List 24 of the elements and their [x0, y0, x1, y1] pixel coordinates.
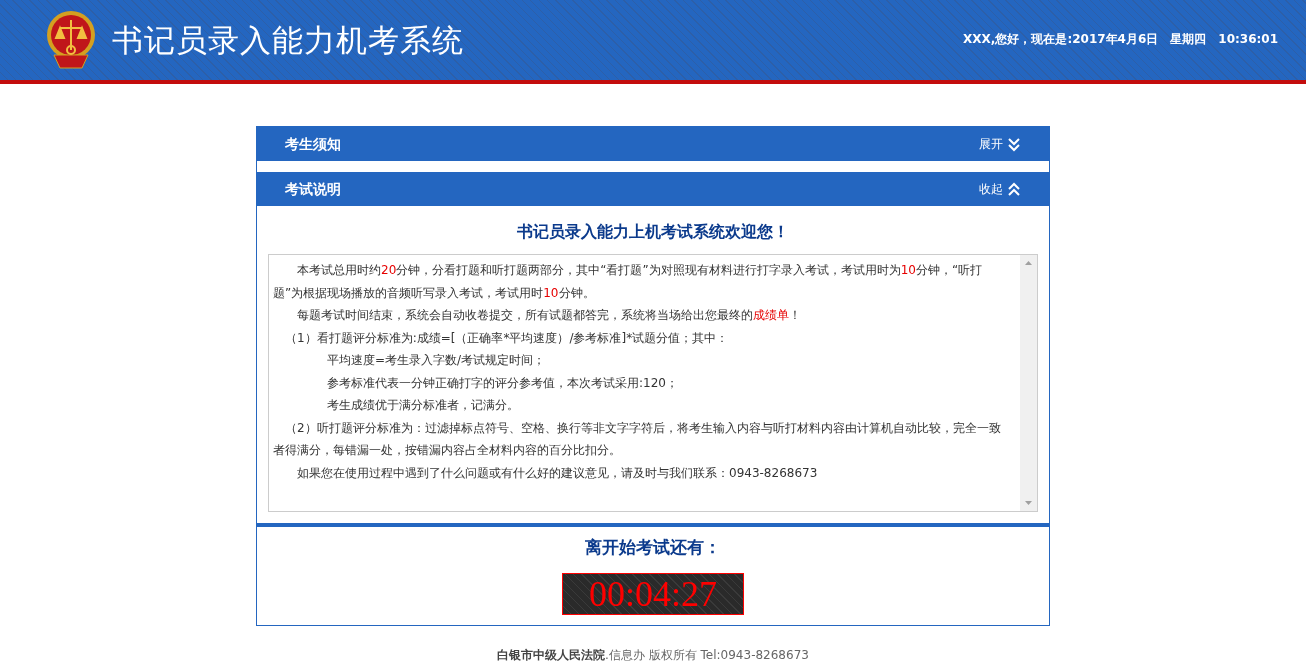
instruction-paragraph: 如果您在使用过程中遇到了什么问题或有什么好的建议意见，请及时与我们联系：0943-8268673: [296, 464, 819, 482]
footer-copyright: 白银市中级人民法院.信息办 版权所有 Tel:0943-8268673: [496, 646, 810, 661]
chevron-down-icon: [1007, 136, 1021, 152]
toggle-button[interactable]: 收起: [979, 180, 1021, 198]
section-title: 考试说明: [285, 179, 341, 199]
section-header[interactable]: 考试说明 收起: [257, 172, 1049, 206]
welcome-heading: 书记员录入能力上机考试系统欢迎您！: [516, 221, 790, 243]
countdown-timer: 00:04:27: [562, 572, 744, 615]
instruction-paragraph: 平均速度=考生录入字数/考试规定时间；: [326, 352, 547, 369]
instruction-paragraph: （2）听打题评分标准为：过滤掉标点符号、空格、换行等非文字字符后，将考生输入内容与听打材料内容由计算机自动比较，完全一致者得满分，每错漏一处，按错漏内容占全材料内容的百分比扣分。: [273, 419, 1002, 459]
emblem-logo: [46, 10, 96, 70]
instruction-paragraph: （1）看打题评分标准为:成绩=[（正确率*平均速度）/参考标准]*试题分值；其中：: [284, 329, 730, 347]
section-title: 考生须知: [285, 134, 341, 154]
instruction-paragraph: 参考标准代表一分钟正确打字的评分参考值，本次考试采用:120；: [326, 374, 679, 392]
greeting-datetime: XXX,您好，现在是:2017年4月6日 星期四 10:36:01: [963, 31, 1278, 48]
chevron-up-icon: [1007, 181, 1021, 197]
instruction-paragraph: 本考试总用时约20分钟，分看打题和听打题两部分，其中“看打题”为对照现有材料进行打字录入考试，考试用时为10分钟，“听打题”为根据现场播放的音频听写录入考试，考试用时10分钟。: [273, 262, 984, 302]
app-title: 书记员录入能力机考系统: [112, 20, 464, 60]
instruction-paragraph: 每题考试时间结束，系统会自动收卷提交，所有试题都答完，系统将当场给出您最终的成绩单！: [296, 307, 802, 324]
section-header[interactable]: 考生须知 展开: [257, 127, 1049, 161]
instruction-paragraph: 考生成绩优于满分标准者，记满分。: [326, 397, 520, 414]
toggle-button[interactable]: 展开: [979, 135, 1021, 153]
scrollbar[interactable]: [1020, 255, 1037, 511]
countdown-label: 离开始考试还有：: [585, 536, 721, 559]
